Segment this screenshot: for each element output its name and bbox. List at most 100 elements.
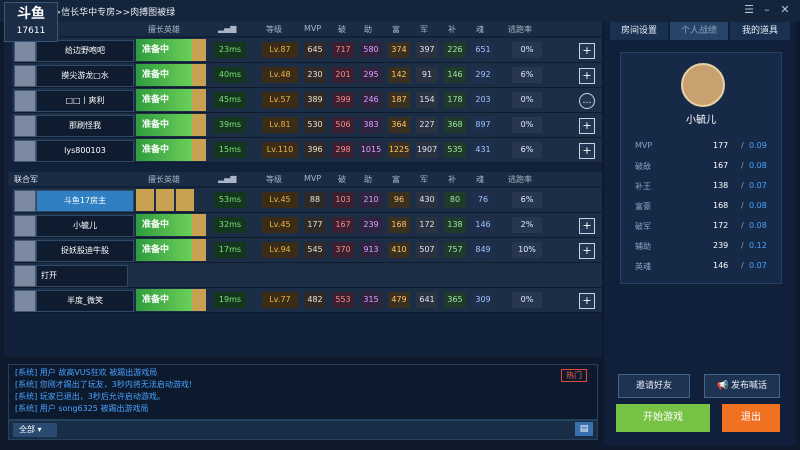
minimize-button[interactable]: – — [760, 3, 774, 17]
level-value: Lv.110 — [262, 142, 298, 158]
player-name[interactable]: 小毓儿 — [36, 215, 134, 237]
stat-cell: 370 — [332, 242, 354, 258]
broadcast-button[interactable]: 📢 发布喊话 — [704, 374, 780, 398]
player-row[interactable]: lys800103 准备中 15ms Lv.110 396 298 1015 1225 1907… — [12, 138, 602, 163]
escape-rate: 0% — [512, 292, 542, 308]
broadcast-label: 发布喊话 — [731, 381, 768, 391]
stat-cell: 154 — [416, 92, 438, 108]
stat-rate: 0.12 — [749, 241, 767, 250]
stat-cell: 230 — [304, 67, 326, 83]
stat-rate: 0.09 — [749, 141, 767, 150]
add-friend-button[interactable]: + — [579, 293, 595, 309]
stat-row: 破敌 167 / 0.08 — [621, 157, 781, 175]
exit-button[interactable]: 退出 — [722, 404, 780, 432]
stat-label: 破军 — [635, 222, 651, 231]
tab-my-items[interactable]: 我的道具 — [730, 22, 790, 40]
escape-rate: 6% — [512, 142, 542, 158]
tab-personal-stats[interactable]: 个人战绩 — [670, 22, 728, 40]
col-mvp: MVP — [304, 24, 322, 33]
chat-input-bar[interactable]: 全部 ▾ ▤ — [8, 420, 598, 440]
invite-friend-button[interactable]: 邀请好友 — [618, 374, 690, 398]
stat-cell: 146 — [444, 67, 466, 83]
stat-cell: 641 — [416, 292, 438, 308]
megaphone-icon: 📢 — [716, 381, 729, 391]
stat-cell: 96 — [388, 192, 410, 208]
level-value: Lv.94 — [262, 242, 298, 258]
stat-value: 168 — [713, 201, 729, 210]
stat-cell: 364 — [388, 117, 410, 133]
hero-portrait — [136, 189, 154, 211]
player-row[interactable]: 打开 — [12, 263, 602, 288]
player-row[interactable]: 半度_微笑 准备中 19ms Lv.77 482 553 315 479 641 365 309 0%… — [12, 288, 602, 313]
stat-cell: 226 — [444, 42, 466, 58]
escape-rate: 2% — [512, 217, 542, 233]
stat-label: 补王 — [635, 182, 651, 191]
stat-row: 补王 138 / 0.07 — [621, 177, 781, 195]
add-friend-button[interactable]: + — [579, 243, 595, 259]
stat-cell: 309 — [472, 292, 494, 308]
stat-separator: / — [741, 201, 744, 210]
stat-separator: / — [741, 161, 744, 170]
player-row[interactable]: 摸尖游龙□水 准备中 40ms Lv.48 230 201 295 142 91 146 292 6%… — [12, 63, 602, 88]
tab-room-settings[interactable]: 房间设置 — [610, 22, 668, 40]
chat-send-icon[interactable]: ▤ — [575, 422, 593, 436]
stat-row: 富豪 168 / 0.08 — [621, 197, 781, 215]
player-row[interactable]: 斗鱼17房主 53ms Lv.45 88 103 210 96 430 80 76 6% — [12, 188, 602, 213]
col-jun: 军 — [420, 175, 428, 184]
player-row[interactable]: 给边野咆吧 准备中 23ms Lv.87 645 717 580 374 397 226 651 0%… — [12, 38, 602, 63]
stat-cell: 507 — [416, 242, 438, 258]
player-name[interactable]: 斗鱼17房主 — [36, 190, 134, 212]
player-row[interactable]: □□丨爽利 准备中 45ms Lv.57 389 399 246 187 154 178 203 0%… — [12, 88, 602, 113]
level-value: Lv.45 — [262, 217, 298, 233]
stat-value: 167 — [713, 161, 729, 170]
hero-portrait — [156, 189, 174, 211]
stat-rate: 0.08 — [749, 201, 767, 210]
escape-rate: 0% — [512, 117, 542, 133]
stat-cell: 645 — [304, 42, 326, 58]
close-button[interactable]: ✕ — [778, 3, 792, 17]
player-avatar — [14, 190, 36, 212]
add-friend-button[interactable]: + — [579, 118, 595, 134]
player-row[interactable]: 捉妖股迪牛股 准备中 17ms Lv.94 545 370 913 410 507 757 849 1… — [12, 238, 602, 263]
player-name[interactable]: 摸尖游龙□水 — [36, 65, 134, 87]
chat-bubble-icon[interactable]: … — [579, 93, 595, 109]
stat-cell: 482 — [304, 292, 326, 308]
signal-icon: ▂▄▆ — [218, 174, 237, 183]
chat-message: [系统] 您刚才踢出了玩友，3秒内将无法启动游戏! — [15, 380, 193, 389]
col-bu: 补 — [448, 175, 456, 184]
ping-value: 39ms — [214, 117, 246, 133]
escape-rate: 6% — [512, 67, 542, 83]
col-jun: 军 — [420, 25, 428, 34]
level-value: Lv.57 — [262, 92, 298, 108]
player-row[interactable]: 那刷怪我 准备中 39ms Lv.81 530 506 383 364 227 368 897 0% + — [12, 113, 602, 138]
player-name[interactable]: 那刷怪我 — [36, 115, 134, 137]
player-name[interactable]: 打开 — [36, 265, 128, 287]
add-friend-button[interactable]: + — [579, 43, 595, 59]
add-friend-button[interactable]: + — [579, 68, 595, 84]
hot-badge[interactable]: 热门 — [561, 369, 587, 382]
stat-cell: 410 — [388, 242, 410, 258]
player-name[interactable]: □□丨爽利 — [36, 90, 134, 112]
stat-cell: 146 — [472, 217, 494, 233]
player-name[interactable]: lys800103 — [36, 140, 134, 162]
ready-badge: 准备中 — [136, 39, 192, 61]
add-friend-button[interactable]: + — [579, 143, 595, 159]
stat-cell: 849 — [472, 242, 494, 258]
hero-portrait — [192, 214, 206, 236]
stat-cell: 177 — [304, 217, 326, 233]
ping-value: 40ms — [214, 67, 246, 83]
skin-icon[interactable]: ☰ — [742, 3, 756, 17]
add-friend-button[interactable]: + — [579, 218, 595, 234]
col-hero: 擅长英雄 — [148, 175, 180, 184]
start-game-button[interactable]: 开始游戏 — [616, 404, 710, 432]
player-name[interactable]: 半度_微笑 — [36, 290, 134, 312]
avatar — [681, 63, 725, 107]
player-row[interactable]: 小毓儿 准备中 32ms Lv.45 177 167 239 168 172 138 146 2% + — [12, 213, 602, 238]
player-name[interactable]: 捉妖股迪牛股 — [36, 240, 134, 262]
player-name[interactable]: 给边野咆吧 — [36, 40, 134, 62]
stat-cell: 88 — [304, 192, 326, 208]
ping-value: 45ms — [214, 92, 246, 108]
hero-portrait — [192, 289, 206, 311]
stat-cell: 651 — [472, 42, 494, 58]
chat-channel-select[interactable]: 全部 ▾ — [13, 423, 57, 437]
